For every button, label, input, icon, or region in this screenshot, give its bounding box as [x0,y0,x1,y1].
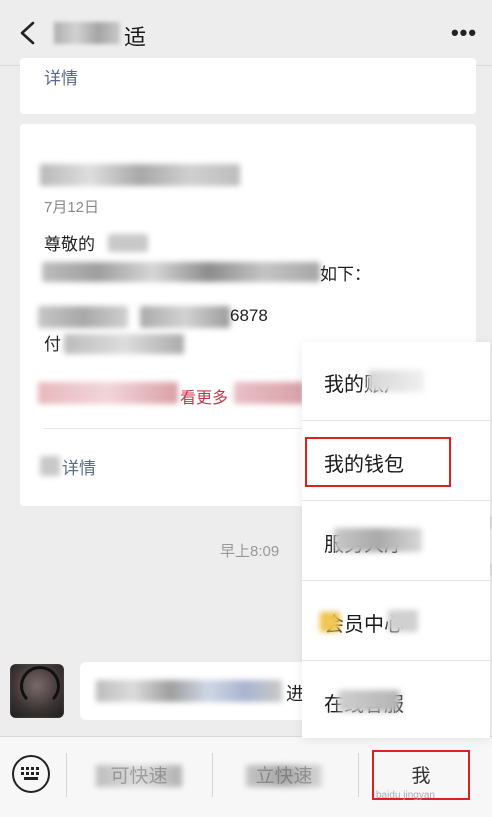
blurred-icon [320,612,340,632]
message-timestamp: 早上8:09 [220,543,280,560]
message-number: 6878 [230,306,268,325]
blurred-text [96,680,282,702]
menu-button-2-label: 立快速 [255,766,313,787]
blurred-text [140,306,230,328]
menu-button-1[interactable]: 可快速 [96,761,182,791]
blurred-heading [40,164,240,186]
menu-item-member-center[interactable]: 会员中心 [302,582,490,661]
title-blurred [54,22,120,44]
blurred-label [368,370,424,392]
toolbar-divider [358,753,359,797]
popup-menu: 我的账户 我的钱包 服务大厅 会员中心 在线客服 [302,342,490,738]
blurred-icon [40,456,60,476]
menu-button-2[interactable]: 立快速 [246,761,322,791]
menu-button-1-label: 可快速 [110,766,168,787]
menu-item-my-account[interactable]: 我的账户 [302,342,490,421]
blurred-text [42,262,320,282]
details-link[interactable]: 详情 [62,454,96,479]
blurred-alert [38,382,178,404]
back-arrow-icon[interactable] [14,18,44,48]
highlight-my-wallet [305,437,451,487]
watermark: baidu jingyan [376,790,435,801]
alert-text: 看更多 [180,390,229,407]
blurred-text [38,306,128,328]
menu-item-online-service[interactable]: 在线客服 [302,662,490,741]
details-link[interactable]: 详情 [44,64,78,89]
avatar-ring [20,666,60,706]
message-text: 如下： [320,265,371,284]
blurred-label [338,690,400,712]
more-options-icon[interactable]: ••• [448,20,480,46]
blurred-text [108,234,148,252]
message-date: 7月12日 [44,199,100,216]
menu-item-service-hall[interactable]: 服务大厅 [302,502,490,581]
title-suffix: 适 [124,25,147,50]
blurred-alert [234,382,304,404]
blurred-text [64,334,184,354]
nav-bar: 适 ••• [0,0,492,66]
greeting-text: 尊敬的 [44,235,95,254]
message-text: 付 [44,335,61,354]
avatar[interactable] [10,664,64,718]
chat-title: 适 [54,20,150,50]
message-card-1: 详情 [20,58,476,114]
blurred-label [388,610,418,632]
toolbar-divider [66,753,67,797]
blurred-label [334,528,422,552]
toolbar-divider [212,753,213,797]
keyboard-icon[interactable] [12,755,50,793]
keyboard-keys [21,767,41,781]
